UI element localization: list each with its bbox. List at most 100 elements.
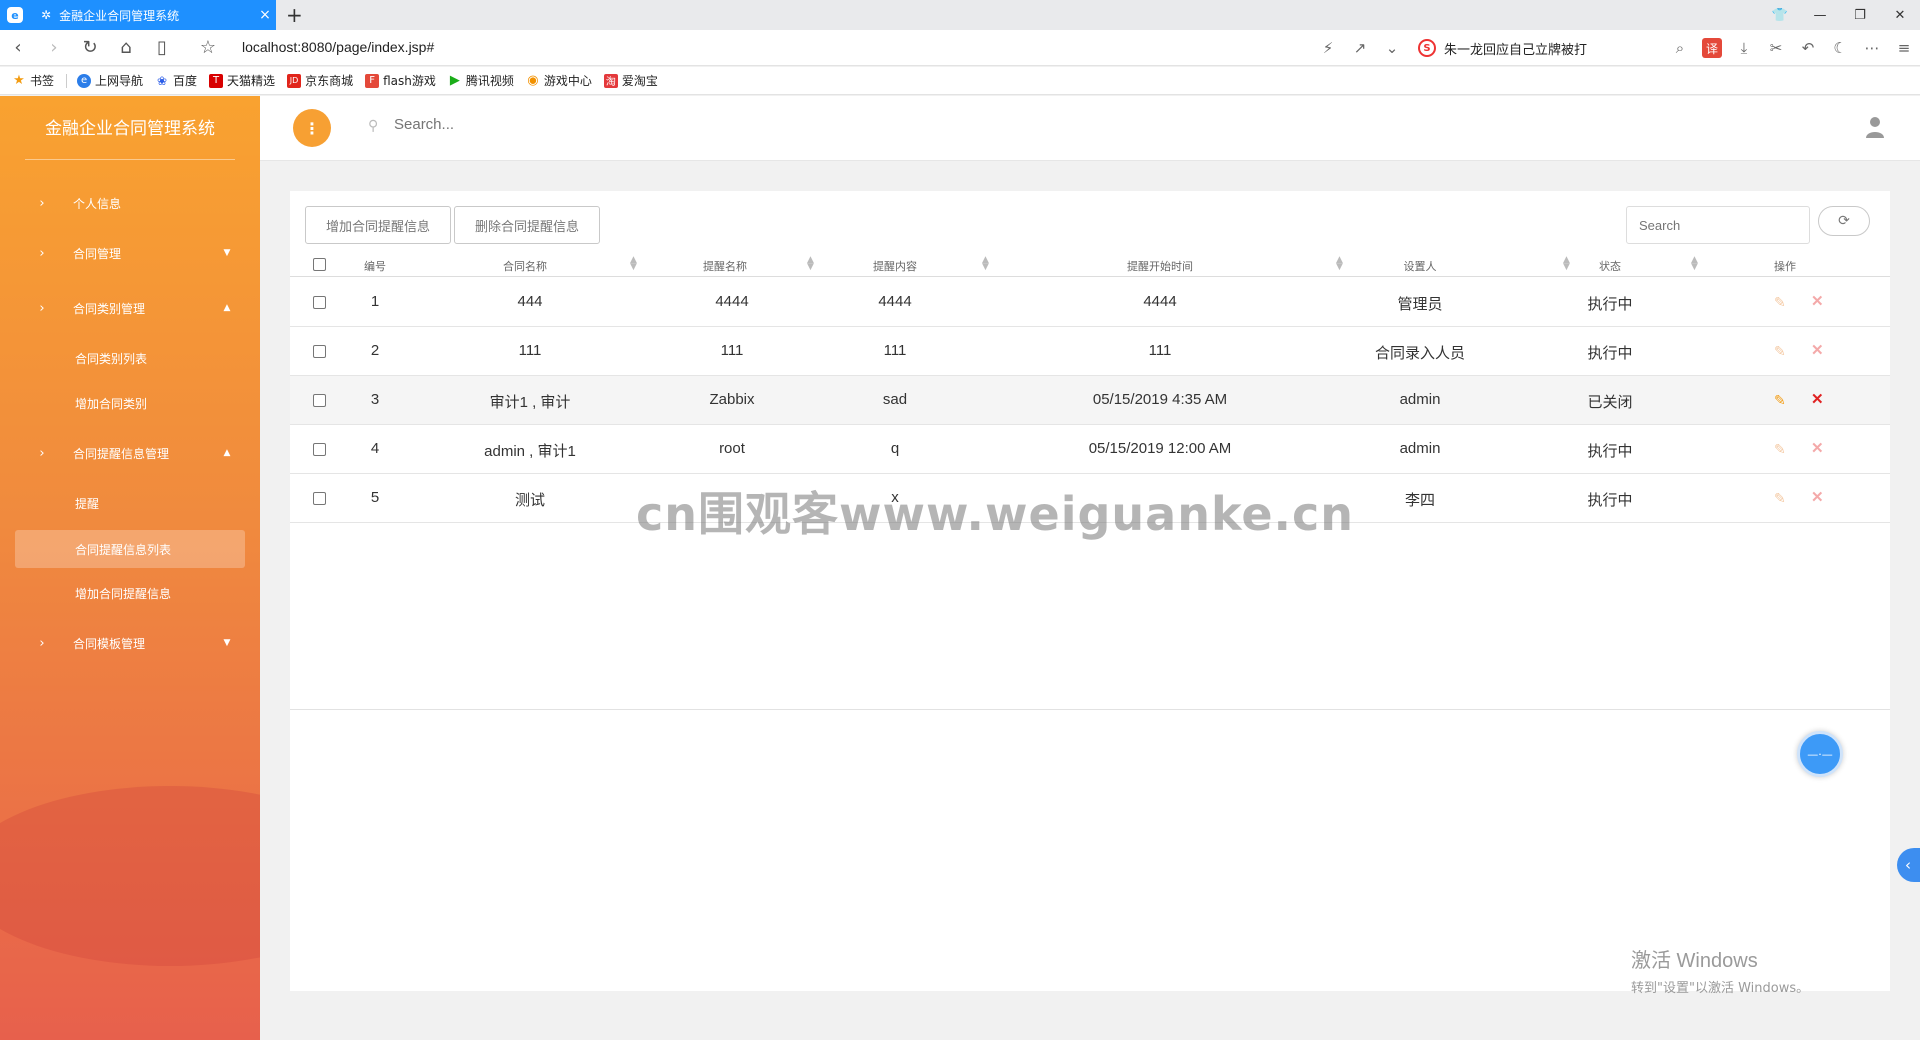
sidebar-item-reminder-management[interactable]: › 合同提醒信息管理 ▲ [15, 435, 245, 471]
sidebar-item-profile[interactable]: › 个人信息 [15, 185, 245, 221]
row-checkbox[interactable] [313, 394, 326, 407]
bookmark-item[interactable]: e 上网导航 [77, 72, 143, 89]
search-icon[interactable]: ⌕ [1664, 39, 1696, 57]
share-icon[interactable]: ↗ [1344, 39, 1376, 57]
gamepad-icon: ◉ [527, 73, 539, 88]
row-checkbox[interactable] [313, 296, 326, 309]
delete-icon[interactable]: ✕ [1811, 341, 1824, 359]
column-header-start-time[interactable]: 提醒开始时间 [1050, 258, 1270, 274]
edit-icon[interactable]: ✎ [1774, 343, 1786, 360]
night-mode-icon[interactable]: ☾ [1824, 39, 1856, 57]
cell-id: 4 [370, 440, 380, 457]
cell-setter: admin [1399, 391, 1441, 408]
delete-reminder-button[interactable]: 删除合同提醒信息 [454, 206, 600, 244]
more-icon[interactable]: ⋯ [1856, 39, 1888, 57]
column-header-reminder-name[interactable]: 提醒名称 [650, 258, 800, 274]
sort-icon[interactable]: ▲ ▼ [630, 256, 637, 272]
lightning-icon[interactable]: ⚡ [1312, 39, 1344, 57]
bookmark-item[interactable]: Fflash游戏 [365, 72, 436, 89]
url-field[interactable]: localhost:8080/page/index.jsp# [242, 39, 434, 55]
table-row[interactable]: 4 admin , 审计1 root q 05/15/2019 12:00 AM… [290, 425, 1890, 474]
sidebar-subitem-add-reminder[interactable]: 增加合同提醒信息 [15, 575, 245, 611]
refresh-button[interactable]: ⟳ [1818, 206, 1870, 236]
delete-icon[interactable]: ✕ [1811, 390, 1824, 408]
window-close-icon[interactable]: ✕ [1880, 0, 1920, 30]
browser-tab-bar: e ✲ 金融企业合同管理系统 × + 👕 — ❐ ✕ [0, 0, 1920, 30]
edit-icon[interactable]: ✎ [1774, 392, 1786, 409]
forward-icon[interactable]: › [36, 37, 72, 58]
bookmark-item[interactable]: ◉ 游戏中心 [526, 72, 592, 89]
sidebar-subitem-reminder[interactable]: 提醒 [15, 485, 245, 521]
sidebar-item-category-management[interactable]: › 合同类别管理 ▲ [15, 290, 245, 326]
menu-icon[interactable]: ≡ [1888, 39, 1920, 57]
floating-assistant-button[interactable]: —·— [1797, 731, 1843, 777]
select-all-checkbox[interactable] [313, 258, 326, 271]
column-header-id[interactable]: 编号 [350, 258, 400, 274]
home-icon[interactable]: ⌂ [108, 37, 144, 58]
back-icon[interactable]: ‹ [0, 37, 36, 58]
hot-search[interactable]: S 朱一龙回应自己立牌被打 [1418, 39, 1648, 58]
cell-start-time: 05/15/2019 4:35 AM [1092, 391, 1228, 408]
bookmark-item[interactable]: ★ 书签 [12, 72, 54, 89]
table-row[interactable]: 2 111 111 111 111 合同录入人员 执行中 ✎ ✕ [290, 327, 1890, 376]
minimize-icon[interactable]: — [1800, 0, 1840, 30]
reader-icon[interactable]: ▯ [144, 37, 180, 58]
new-tab-button[interactable]: + [286, 3, 303, 27]
add-reminder-button[interactable]: 增加合同提醒信息 [305, 206, 451, 244]
hot-search-text: 朱一龙回应自己立牌被打 [1444, 42, 1588, 58]
browser-tab-active[interactable]: e ✲ 金融企业合同管理系统 × [0, 0, 276, 30]
undo-icon[interactable]: ↶ [1792, 39, 1824, 57]
reload-icon[interactable]: ↻ [72, 37, 108, 58]
activation-title: 激活 Windows [1631, 950, 1758, 972]
column-header-status[interactable]: 状态 [1590, 258, 1630, 274]
e-icon: e [77, 73, 92, 88]
translate-icon[interactable]: 译 [1702, 38, 1722, 58]
bookmark-item[interactable]: T 天猫精选 [209, 72, 275, 89]
bookmark-item[interactable]: ❀ 百度 [155, 72, 197, 89]
sort-icon[interactable]: ▲ ▼ [982, 256, 989, 272]
favorite-star-icon[interactable]: ☆ [190, 37, 226, 58]
sidebar-subitem-reminder-list[interactable]: 合同提醒信息列表 [15, 530, 245, 568]
cell-id: 2 [370, 342, 380, 359]
sort-icon[interactable]: ▲ ▼ [1336, 256, 1343, 272]
row-checkbox[interactable] [313, 492, 326, 505]
delete-icon[interactable]: ✕ [1811, 488, 1824, 506]
sort-icon[interactable]: ▲ ▼ [807, 256, 814, 272]
bookmark-item[interactable]: ▶ 腾讯视频 [448, 72, 514, 89]
header-search-input[interactable] [394, 116, 694, 133]
user-icon[interactable] [1864, 115, 1886, 139]
table-search-input[interactable] [1626, 206, 1810, 244]
column-header-contract-name[interactable]: 合同名称 [450, 258, 600, 274]
table-row[interactable]: 1 444 4444 4444 4444 管理员 执行中 ✎ ✕ [290, 278, 1890, 327]
sidebar-item-template-management[interactable]: › 合同模板管理 ▼ [15, 625, 245, 661]
side-collapse-tab[interactable]: ‹ [1897, 848, 1920, 882]
cell-setter: admin [1399, 440, 1441, 457]
sort-icon[interactable]: ▲ ▼ [1691, 256, 1698, 272]
bookmark-item[interactable]: JD 京东商城 [287, 72, 353, 89]
sidebar-item-label: 增加合同提醒信息 [75, 586, 172, 601]
edit-icon[interactable]: ✎ [1774, 441, 1786, 458]
column-header-setter[interactable]: 设置人 [1370, 258, 1470, 274]
edit-icon[interactable]: ✎ [1774, 294, 1786, 311]
star-icon: ★ [13, 73, 25, 88]
row-checkbox[interactable] [313, 443, 326, 456]
scissors-icon[interactable]: ✂ [1760, 39, 1792, 57]
edit-icon[interactable]: ✎ [1774, 490, 1786, 507]
delete-icon[interactable]: ✕ [1811, 439, 1824, 457]
sidebar-subitem-add-category[interactable]: 增加合同类别 [15, 385, 245, 421]
table-header: 编号 合同名称 ▲ ▼ 提醒名称 ▲ ▼ 提醒内容 ▲ ▼ 提醒开始时间 ▲ ▼ 设置人… [290, 255, 1890, 277]
delete-icon[interactable]: ✕ [1811, 292, 1824, 310]
table-row[interactable]: 3 审计1 , 审计 Zabbix sad 05/15/2019 4:35 AM… [290, 376, 1890, 425]
skin-icon[interactable]: 👕 [1760, 0, 1800, 30]
row-checkbox[interactable] [313, 345, 326, 358]
sidebar-item-contract-management[interactable]: › 合同管理 ▼ [15, 235, 245, 271]
bookmark-item[interactable]: 淘爱淘宝 [603, 72, 658, 89]
download-icon[interactable]: ⤓ [1728, 39, 1760, 57]
tab-close-icon[interactable]: × [254, 7, 276, 23]
column-header-reminder-content[interactable]: 提醒内容 [835, 258, 955, 274]
sort-icon[interactable]: ▲ ▼ [1563, 256, 1570, 272]
sidebar-subitem-category-list[interactable]: 合同类别列表 [15, 340, 245, 376]
maximize-icon[interactable]: ❐ [1840, 0, 1880, 30]
more-options-button[interactable]: ⋮ [293, 109, 331, 147]
dropdown-chevron-icon[interactable]: ⌄ [1376, 39, 1408, 57]
